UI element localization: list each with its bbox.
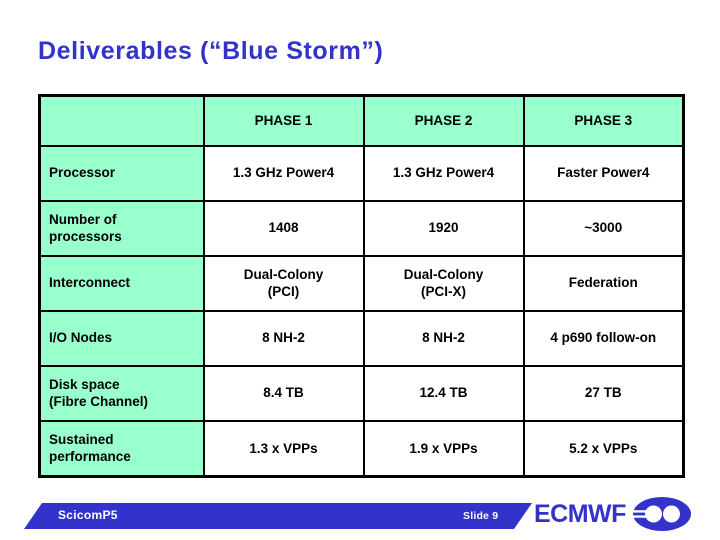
deliverables-table: PHASE 1 PHASE 2 PHASE 3 Processor 1.3 GH…: [38, 94, 685, 478]
table-row: Interconnect Dual-Colony (PCI) Dual-Colo…: [38, 254, 685, 312]
presentation-name: ScicomP5: [58, 508, 118, 522]
row-label-line: (Fibre Channel): [49, 394, 149, 409]
row-label-number-of-processors: Number of processors: [38, 199, 205, 257]
cell-io-nodes-phase-3: 4 p690 follow-on: [522, 309, 685, 367]
cell-interconnect-phase-2: Dual-Colony (PCI-X): [362, 254, 525, 312]
table-row: Processor 1.3 GHz Power4 1.3 GHz Power4 …: [38, 144, 685, 202]
row-label-line: Processor: [49, 165, 116, 181]
cell-interconnect-phase-1: Dual-Colony (PCI): [202, 254, 365, 312]
cell-number-of-processors-phase-3: ~3000: [522, 199, 685, 257]
row-label-disk-space: Disk space (Fibre Channel): [38, 364, 205, 422]
cell-line: (PCI-X): [421, 284, 466, 299]
column-header-phase-3: PHASE 3: [522, 94, 685, 147]
cell-interconnect-phase-3: Federation: [522, 254, 685, 312]
cell-disk-space-phase-2: 12.4 TB: [362, 364, 525, 422]
column-header-blank: [38, 94, 205, 147]
brand-lockup: ECMWF: [534, 497, 691, 531]
cell-processor-phase-3: Faster Power4: [522, 144, 685, 202]
cell-io-nodes-phase-1: 8 NH-2: [202, 309, 365, 367]
row-label-line: processors: [49, 229, 122, 244]
row-label-interconnect: Interconnect: [38, 254, 205, 312]
cell-number-of-processors-phase-2: 1920: [362, 199, 525, 257]
row-label-line: Interconnect: [49, 275, 131, 291]
column-header-phase-2: PHASE 2: [362, 94, 525, 147]
table-row: I/O Nodes 8 NH-2 8 NH-2 4 p690 follow-on: [38, 309, 685, 367]
cell-processor-phase-2: 1.3 GHz Power4: [362, 144, 525, 202]
row-label-line: Disk space: [49, 376, 120, 392]
cell-sustained-performance-phase-3: 5.2 x VPPs: [522, 419, 685, 478]
cell-processor-phase-1: 1.3 GHz Power4: [202, 144, 365, 202]
table-row: Sustained performance 1.3 x VPPs 1.9 x V…: [38, 419, 685, 478]
row-label-line: Number of: [49, 211, 117, 227]
table-body: Processor 1.3 GHz Power4 1.3 GHz Power4 …: [38, 144, 685, 478]
table-header-row: PHASE 1 PHASE 2 PHASE 3: [38, 94, 685, 147]
row-label-line: I/O Nodes: [49, 330, 113, 346]
slide-footer: ScicomP5 Slide 9 ECMWF: [0, 497, 720, 540]
cell-line: Dual-Colony: [403, 266, 484, 282]
cell-disk-space-phase-1: 8.4 TB: [202, 364, 365, 422]
table-header: PHASE 1 PHASE 2 PHASE 3: [38, 94, 685, 147]
cell-sustained-performance-phase-1: 1.3 x VPPs: [202, 419, 365, 478]
row-label-processor: Processor: [38, 144, 205, 202]
cell-line: Dual-Colony: [243, 266, 324, 282]
brand-name: ECMWF: [534, 499, 626, 528]
table-row: Disk space (Fibre Channel) 8.4 TB 12.4 T…: [38, 364, 685, 422]
cell-disk-space-phase-3: 27 TB: [522, 364, 685, 422]
row-label-line: performance: [49, 449, 131, 465]
row-label-sustained-performance: Sustained performance: [38, 419, 205, 478]
cell-line: (PCI): [267, 284, 300, 299]
cell-sustained-performance-phase-2: 1.9 x VPPs: [362, 419, 525, 478]
ecmwf-logo-icon: [632, 497, 691, 531]
row-label-io-nodes: I/O Nodes: [38, 309, 205, 367]
column-header-phase-1: PHASE 1: [202, 94, 365, 147]
table-row: Number of processors 1408 1920 ~3000: [38, 199, 685, 257]
row-label-line: Sustained: [49, 431, 114, 447]
cell-io-nodes-phase-2: 8 NH-2: [362, 309, 525, 367]
slide-number: Slide 9: [463, 510, 499, 522]
cell-number-of-processors-phase-1: 1408: [202, 199, 365, 257]
page-title: Deliverables (“Blue Storm”): [38, 37, 384, 65]
presentation-slide: Deliverables (“Blue Storm”) PHASE 1 PHAS…: [0, 0, 720, 540]
